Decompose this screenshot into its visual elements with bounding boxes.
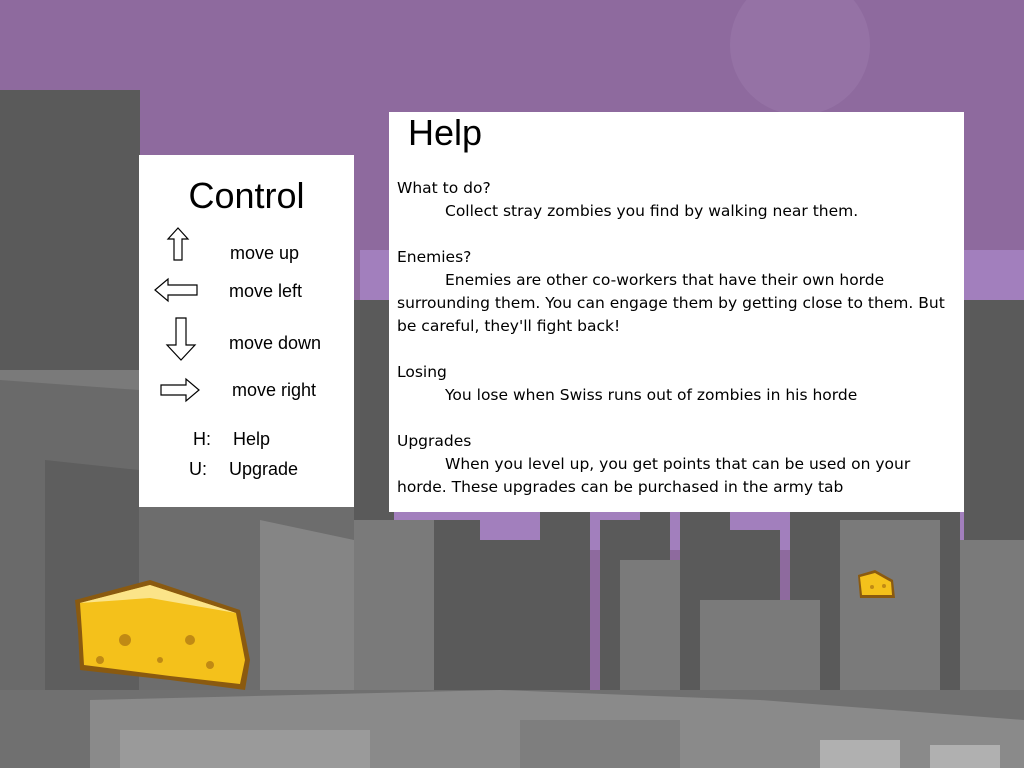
control-row-move-right: move right xyxy=(139,375,354,415)
help-text: Enemies are other co-workers that have t… xyxy=(397,271,945,335)
help-panel: Help What to do? Collect stray zombies y… xyxy=(389,112,964,512)
help-heading: Enemies? xyxy=(397,248,472,266)
help-body: What to do? Collect stray zombies you fi… xyxy=(397,177,957,522)
help-section-upgrades: Upgrades When you level up, you get poin… xyxy=(397,430,957,499)
control-title: Control xyxy=(188,175,305,216)
key-row-upgrade: U: Upgrade xyxy=(139,459,354,483)
help-section-what-to-do: What to do? Collect stray zombies you fi… xyxy=(397,177,957,223)
help-text: Collect stray zombies you find by walkin… xyxy=(445,202,859,220)
control-label-move-left: move left xyxy=(229,281,303,301)
help-title: Help xyxy=(408,112,483,153)
control-panel: Control move up move left move down move… xyxy=(139,155,354,507)
control-row-move-up: move up xyxy=(139,227,354,267)
help-heading: What to do? xyxy=(397,179,491,197)
help-text: You lose when Swiss runs out of zombies … xyxy=(445,386,858,404)
key-u-label: U: xyxy=(189,459,207,479)
control-label-move-up: move up xyxy=(230,243,300,263)
arrow-left-icon xyxy=(154,277,198,303)
key-help-action: Help xyxy=(233,429,271,449)
help-section-losing: Losing You lose when Swiss runs out of z… xyxy=(397,361,957,407)
control-row-move-left: move left xyxy=(139,275,354,315)
help-section-enemies: Enemies? Enemies are other co-workers th… xyxy=(397,246,957,338)
arrow-up-icon xyxy=(166,227,190,261)
arrow-right-icon xyxy=(160,377,200,403)
help-heading: Upgrades xyxy=(397,432,472,450)
key-row-help: H: Help xyxy=(139,429,354,453)
arrow-down-icon xyxy=(165,317,197,361)
key-h-label: H: xyxy=(193,429,211,449)
key-upgrade-action: Upgrade xyxy=(229,459,299,479)
help-heading: Losing xyxy=(397,363,447,381)
help-text: When you level up, you get points that c… xyxy=(397,455,911,496)
control-label-move-down: move down xyxy=(229,333,322,353)
control-label-move-right: move right xyxy=(232,380,317,400)
control-row-move-down: move down xyxy=(139,317,354,361)
